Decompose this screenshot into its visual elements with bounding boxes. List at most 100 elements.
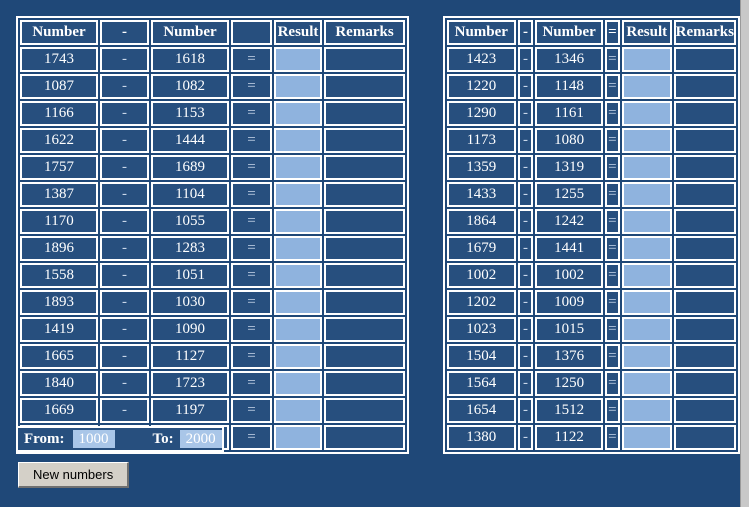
column-header-remarks: Remarks bbox=[324, 20, 405, 45]
remarks-cell bbox=[673, 101, 736, 126]
result-input[interactable] bbox=[276, 157, 320, 178]
minuend-cell: 1669 bbox=[20, 398, 98, 423]
remarks-cell bbox=[673, 128, 736, 153]
result-input[interactable] bbox=[623, 238, 670, 259]
result-cell bbox=[274, 47, 322, 72]
result-input[interactable] bbox=[276, 49, 320, 70]
equals-cell: = bbox=[231, 425, 272, 450]
equals-cell: = bbox=[604, 47, 620, 72]
result-cell bbox=[621, 74, 672, 99]
result-input[interactable] bbox=[276, 373, 320, 394]
result-input[interactable] bbox=[276, 211, 320, 232]
result-input[interactable] bbox=[623, 49, 670, 70]
operator-cell: - bbox=[100, 101, 149, 126]
table-row: 1757-1689 = bbox=[20, 155, 405, 180]
minuend-cell: 1023 bbox=[447, 317, 516, 342]
equals-cell: = bbox=[604, 209, 620, 234]
header-row: Number - Number = Result Remarks bbox=[447, 20, 736, 45]
result-cell bbox=[274, 236, 322, 261]
result-input[interactable] bbox=[623, 76, 670, 97]
minuend-cell: 1679 bbox=[447, 236, 516, 261]
minuend-cell: 1757 bbox=[20, 155, 98, 180]
result-cell bbox=[621, 371, 672, 396]
result-cell bbox=[274, 344, 322, 369]
range-from-input[interactable] bbox=[72, 430, 115, 448]
remarks-cell bbox=[673, 371, 736, 396]
remarks-cell bbox=[673, 74, 736, 99]
result-input[interactable] bbox=[623, 400, 670, 421]
remarks-cell bbox=[324, 425, 405, 450]
minuend-cell: 1419 bbox=[20, 317, 98, 342]
equals-cell: = bbox=[604, 182, 620, 207]
minuend-cell: 1622 bbox=[20, 128, 98, 153]
table-row: 1896-1283 = bbox=[20, 236, 405, 261]
column-header-number-2: Number bbox=[151, 20, 229, 45]
operator-cell: - bbox=[517, 182, 534, 207]
result-input[interactable] bbox=[276, 76, 320, 97]
table-row: 1558-1051 = bbox=[20, 263, 405, 288]
result-input[interactable] bbox=[276, 265, 320, 286]
subtrahend-cell: 1197 bbox=[151, 398, 229, 423]
minuend-cell: 1433 bbox=[447, 182, 516, 207]
result-input[interactable] bbox=[623, 184, 670, 205]
minuend-cell: 1743 bbox=[20, 47, 98, 72]
result-cell bbox=[274, 74, 322, 99]
table-row: 1893-1030 = bbox=[20, 290, 405, 315]
subtrahend-cell: 1723 bbox=[151, 371, 229, 396]
result-input[interactable] bbox=[276, 400, 320, 421]
result-input[interactable] bbox=[276, 292, 320, 313]
result-input[interactable] bbox=[623, 373, 670, 394]
operator-cell: - bbox=[517, 398, 534, 423]
table-row: 1654-1512 = bbox=[447, 398, 736, 423]
minuend-cell: 1423 bbox=[447, 47, 516, 72]
result-cell bbox=[274, 209, 322, 234]
result-input[interactable] bbox=[623, 130, 670, 151]
minuend-cell: 1166 bbox=[20, 101, 98, 126]
subtrahend-cell: 1030 bbox=[151, 290, 229, 315]
table-row: 1002-1002 = bbox=[447, 263, 736, 288]
new-numbers-button[interactable]: New numbers bbox=[18, 462, 130, 488]
result-input[interactable] bbox=[276, 184, 320, 205]
subtrahend-cell: 1283 bbox=[151, 236, 229, 261]
result-input[interactable] bbox=[276, 238, 320, 259]
result-cell bbox=[274, 398, 322, 423]
operator-cell: - bbox=[517, 155, 534, 180]
minuend-cell: 1359 bbox=[447, 155, 516, 180]
result-input[interactable] bbox=[623, 157, 670, 178]
subtrahend-cell: 1250 bbox=[535, 371, 603, 396]
result-cell bbox=[621, 128, 672, 153]
result-input[interactable] bbox=[623, 319, 670, 340]
column-header-number-1: Number bbox=[20, 20, 98, 45]
operator-cell: - bbox=[517, 74, 534, 99]
subtrahend-cell: 1090 bbox=[151, 317, 229, 342]
operator-cell: - bbox=[517, 236, 534, 261]
result-cell bbox=[621, 317, 672, 342]
remarks-cell bbox=[324, 209, 405, 234]
result-input[interactable] bbox=[623, 346, 670, 367]
result-cell bbox=[274, 182, 322, 207]
subtrahend-cell: 1055 bbox=[151, 209, 229, 234]
result-input[interactable] bbox=[623, 292, 670, 313]
range-to-input[interactable] bbox=[179, 430, 222, 448]
result-input[interactable] bbox=[623, 211, 670, 232]
equals-cell: = bbox=[231, 290, 272, 315]
result-input[interactable] bbox=[276, 130, 320, 151]
result-input[interactable] bbox=[276, 346, 320, 367]
remarks-cell bbox=[673, 263, 736, 288]
result-cell bbox=[621, 263, 672, 288]
operator-cell: - bbox=[517, 425, 534, 450]
result-input[interactable] bbox=[276, 319, 320, 340]
table-row: 1170-1055 = bbox=[20, 209, 405, 234]
minuend-cell: 1380 bbox=[447, 425, 516, 450]
table-row: 1202-1009 = bbox=[447, 290, 736, 315]
remarks-cell bbox=[324, 371, 405, 396]
result-input[interactable] bbox=[276, 103, 320, 124]
result-input[interactable] bbox=[623, 427, 670, 448]
table-row: 1622-1444 = bbox=[20, 128, 405, 153]
result-input[interactable] bbox=[276, 427, 320, 448]
table-header-left: Number - Number Result Remarks bbox=[20, 20, 405, 45]
operator-cell: - bbox=[100, 74, 149, 99]
result-input[interactable] bbox=[623, 265, 670, 286]
result-input[interactable] bbox=[623, 103, 670, 124]
equals-cell: = bbox=[231, 182, 272, 207]
